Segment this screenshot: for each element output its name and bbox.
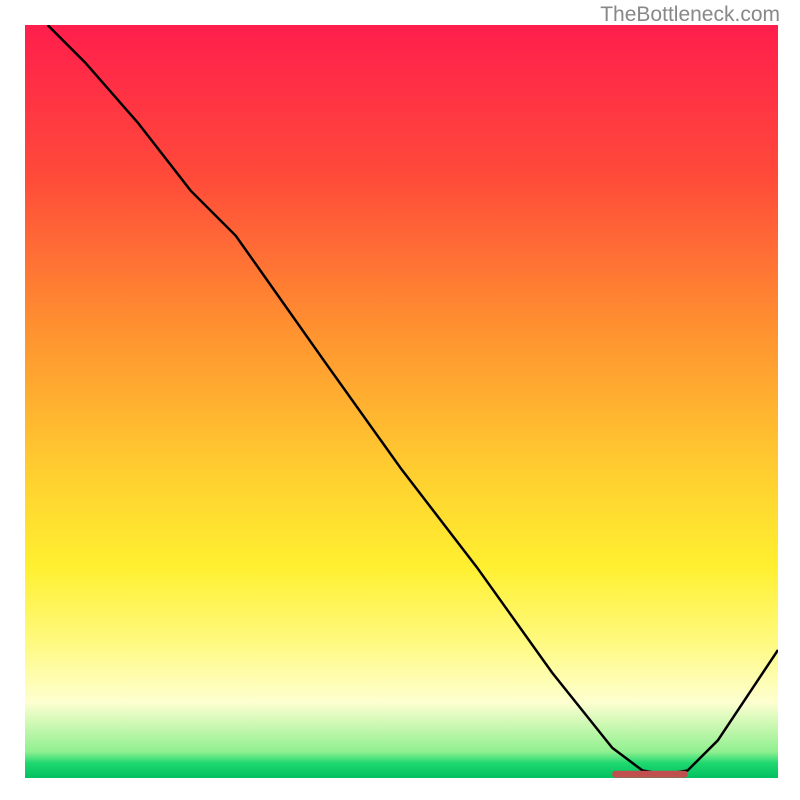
optimal-range-marker [612,771,687,778]
chart-container: TheBottleneck.com [0,0,800,800]
plot-area [25,25,778,778]
gradient-background [25,25,778,778]
chart-svg [25,25,778,778]
watermark-text: TheBottleneck.com [600,3,780,27]
